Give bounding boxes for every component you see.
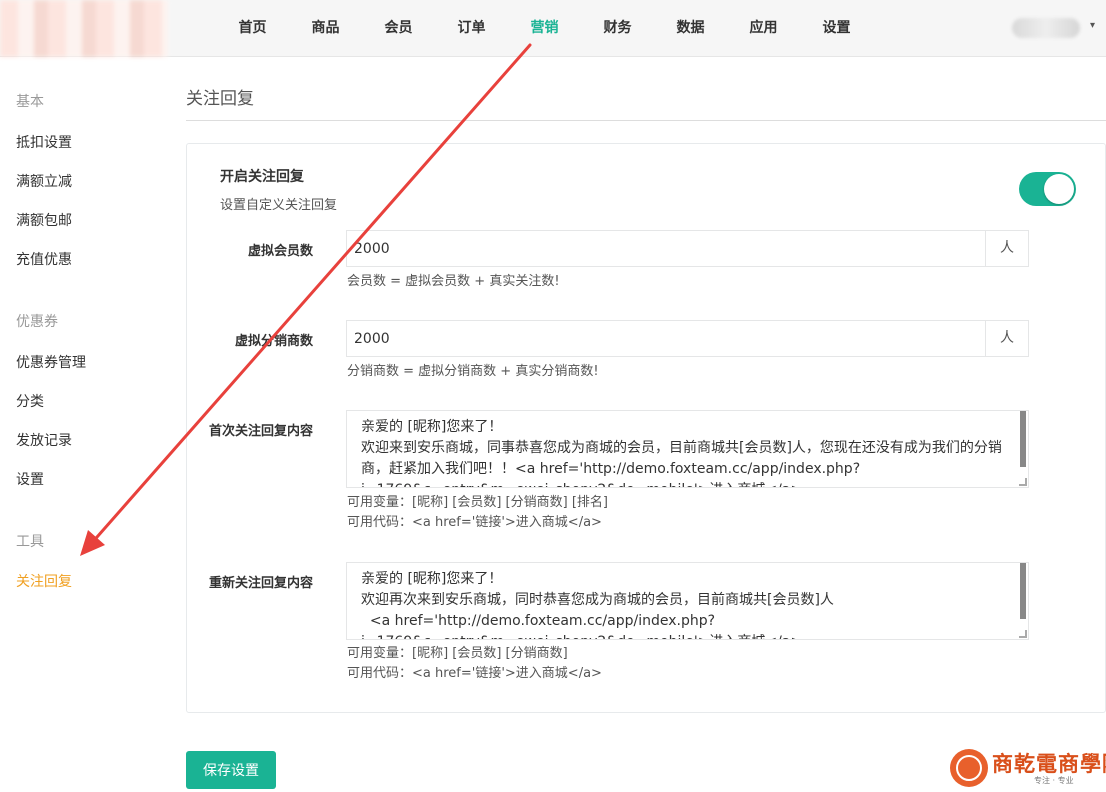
sidebar-item-deduction[interactable]: 抵扣设置 [16,132,72,152]
follow-reply-toggle[interactable] [1019,172,1076,206]
nav-item-marketing[interactable]: 营销 [508,0,581,57]
re-reply-label: 重新关注回复内容 [208,576,313,591]
first-reply-vars: 可用变量：[昵称] [会员数] [分销商数] [排名] [347,495,608,510]
sidebar [0,57,150,792]
sidebar-item-coupon-settings[interactable]: 设置 [16,469,44,489]
nav-item-members[interactable]: 会员 [362,0,435,57]
nav-item-home[interactable]: 首页 [216,0,289,57]
scrollbar[interactable] [1020,411,1026,467]
sidebar-item-category[interactable]: 分类 [16,391,44,411]
sidebar-group-coupons: 优惠券 [16,314,58,330]
switch-description: 设置自定义关注回复 [220,198,338,213]
top-navbar: 首页 商品 会员 订单 营销 财务 数据 应用 设置 ▾ [0,0,1106,57]
virtual-distributors-group: 人 [346,320,1029,357]
toggle-knob [1044,174,1074,204]
nav-item-orders[interactable]: 订单 [435,0,508,57]
virtual-members-help: 会员数 = 虚拟会员数 + 真实关注数! [347,274,560,289]
first-reply-textarea[interactable]: 亲爱的 [昵称]您来了！ 欢迎来到安乐商城，同事恭喜您成为商城的会员，目前商城共… [347,411,1028,487]
re-reply-textarea[interactable]: 亲爱的 [昵称]您来了！ 欢迎再次来到安乐商城，同时恭喜您成为商城的会员，目前商… [347,563,1028,639]
chevron-down-icon[interactable]: ▾ [1090,20,1095,31]
unit-addon: 人 [985,231,1028,266]
virtual-members-label: 虚拟会员数 [247,244,313,259]
virtual-members-input[interactable] [347,231,985,266]
sidebar-item-follow-reply[interactable]: 关注回复 [16,571,72,591]
save-button[interactable]: 保存设置 [186,751,276,789]
re-reply-code: 可用代码：<a href='链接'>进入商城</a> [347,666,602,681]
page-title: 关注回复 [186,89,254,109]
first-reply-code: 可用代码：<a href='链接'>进入商城</a> [347,515,602,530]
main-nav: 首页 商品 会员 订单 营销 财务 数据 应用 设置 [216,0,873,57]
nav-item-settings[interactable]: 设置 [800,0,873,57]
unit-addon: 人 [985,321,1028,356]
re-reply-vars: 可用变量：[昵称] [会员数] [分销商数] [347,646,568,661]
scrollbar[interactable] [1020,563,1026,619]
virtual-distributors-label: 虚拟分销商数 [234,334,313,349]
user-menu[interactable] [1012,18,1080,38]
divider [186,120,1106,121]
logo[interactable] [0,0,168,57]
sidebar-item-recharge-bonus[interactable]: 充值优惠 [16,249,72,269]
sidebar-group-tools: 工具 [16,534,44,550]
resize-grip-icon[interactable] [1019,630,1027,638]
nav-item-finance[interactable]: 财务 [581,0,654,57]
brand-name: 商乾電商學院 [992,751,1106,776]
sidebar-group-basic: 基本 [16,94,44,110]
sidebar-item-coupon-manage[interactable]: 优惠券管理 [16,352,86,372]
virtual-distributors-input[interactable] [347,321,985,356]
switch-title: 开启关注回复 [220,169,304,185]
first-reply-label: 首次关注回复内容 [208,424,313,439]
brand-subtitle: 专注 · 专业 [1034,776,1074,785]
sidebar-item-full-reduction[interactable]: 满额立减 [16,171,72,191]
nav-item-goods[interactable]: 商品 [289,0,362,57]
nav-item-data[interactable]: 数据 [654,0,727,57]
sidebar-item-free-shipping[interactable]: 满额包邮 [16,210,72,230]
brand-watermark: 商乾電商學院 专注 · 专业 [950,746,1106,790]
re-reply-box: 亲爱的 [昵称]您来了！ 欢迎再次来到安乐商城，同时恭喜您成为商城的会员，目前商… [346,562,1029,640]
brand-seal-icon [950,749,988,787]
resize-grip-icon[interactable] [1019,478,1027,486]
virtual-distributors-help: 分销商数 = 虚拟分销商数 + 真实分销商数! [347,364,599,379]
sidebar-item-issue-records[interactable]: 发放记录 [16,430,72,450]
virtual-members-group: 人 [346,230,1029,267]
first-reply-box: 亲爱的 [昵称]您来了！ 欢迎来到安乐商城，同事恭喜您成为商城的会员，目前商城共… [346,410,1029,488]
nav-item-apps[interactable]: 应用 [727,0,800,57]
